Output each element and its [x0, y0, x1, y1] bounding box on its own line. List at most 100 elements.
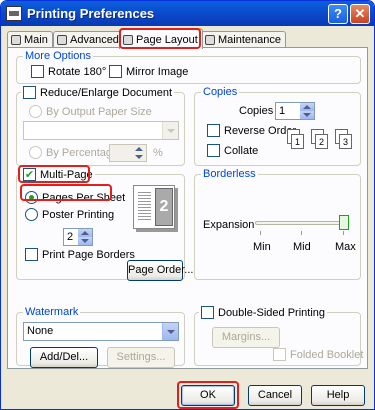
percentage-up-arrow-icon[interactable] [132, 145, 146, 153]
page-order-button[interactable]: Page Order... [127, 260, 193, 281]
by-percentage-label: By Percentage [46, 146, 119, 159]
expansion-min-label: Min [253, 241, 271, 253]
reduce-enlarge-box[interactable] [23, 86, 36, 99]
expansion-slider-track[interactable] [255, 221, 348, 225]
more-options-group: More Options Rotate 180° Mirror Image [16, 50, 361, 84]
rotate-180-checkbox[interactable]: Rotate 180° [31, 65, 106, 78]
double-sided-box[interactable] [201, 306, 214, 319]
collate-box[interactable] [207, 144, 220, 157]
collate-number-3: 3 [339, 134, 352, 149]
close-button[interactable]: ✕ [350, 4, 370, 24]
watermark-select[interactable]: None [23, 322, 179, 341]
copies-stepper[interactable]: 1 [275, 102, 315, 120]
page-layout-tab-highlight [119, 28, 201, 49]
expansion-slider-thumb[interactable] [339, 215, 349, 230]
maintenance-tab-icon [205, 34, 215, 45]
printing-preferences-window: Printing Preferences ? ✕ Main Advanced P… [0, 0, 375, 410]
watermark-group: Watermark None Add/Del... Settings... [16, 306, 185, 368]
add-del-button[interactable]: Add/Del... [30, 347, 98, 368]
tab-main-label: Main [24, 33, 48, 46]
borderless-group: Borderless Expansion Min Mid Max [194, 168, 362, 281]
tab-maintenance[interactable]: Maintenance [201, 31, 286, 47]
pages-up-arrow-icon[interactable] [78, 229, 92, 237]
mirror-image-box[interactable] [109, 65, 122, 78]
folded-booklet-checkbox[interactable]: Folded Booklet [273, 348, 363, 361]
folded-booklet-label: Folded Booklet [290, 348, 364, 361]
poster-printing-radio[interactable]: Poster Printing [25, 208, 114, 221]
copies-down-arrow-icon[interactable] [300, 111, 314, 119]
collate-number-1: 1 [291, 134, 304, 149]
expansion-max-label: Max [335, 241, 356, 253]
main-tab-icon [11, 34, 21, 45]
rotate-180-label: Rotate 180° [48, 65, 107, 78]
copies-label: Copies [239, 105, 274, 117]
by-output-radio-circle[interactable] [29, 105, 42, 118]
reverse-order-checkbox[interactable]: Reverse Order [207, 124, 296, 137]
cancel-button[interactable]: Cancel [248, 385, 302, 406]
more-options-title: More Options [23, 50, 94, 62]
mirror-image-label: Mirror Image [126, 65, 189, 78]
copies-title: Copies [201, 86, 240, 98]
double-sided-checkbox[interactable]: Double-Sided Printing [199, 306, 328, 319]
output-paper-size-select[interactable] [23, 121, 179, 140]
title-bar[interactable]: Printing Preferences ? ✕ [1, 1, 374, 26]
watermark-settings-button[interactable]: Settings... [107, 347, 175, 368]
print-page-borders-box[interactable] [25, 248, 38, 261]
slider-tick-max [343, 231, 344, 235]
reduce-enlarge-label: Reduce/Enlarge Document [40, 86, 173, 99]
chevron-down-icon[interactable] [162, 323, 178, 340]
tab-main[interactable]: Main [7, 31, 53, 47]
collate-label: Collate [224, 144, 259, 157]
copies-up-arrow-icon[interactable] [300, 103, 314, 111]
chevron-down-icon[interactable] [162, 122, 178, 139]
tab-advanced[interactable]: Advanced [53, 31, 124, 47]
tab-maintenance-label: Maintenance [218, 33, 281, 46]
slider-tick-mid [301, 231, 302, 235]
by-output-paper-size-radio[interactable]: By Output Paper Size [29, 105, 152, 118]
pages-per-sheet-highlight [20, 184, 112, 201]
by-percentage-radio-circle[interactable] [29, 146, 42, 159]
pages-per-sheet-preview-icon: 2 [133, 185, 175, 229]
percentage-stepper[interactable] [109, 144, 147, 162]
advanced-tab-icon [57, 34, 67, 45]
copies-value: 1 [279, 105, 286, 117]
double-sided-label: Double-Sided Printing [218, 306, 326, 319]
percentage-down-arrow-icon[interactable] [132, 153, 146, 161]
folded-booklet-box[interactable] [273, 348, 286, 361]
pages-down-arrow-icon[interactable] [78, 237, 92, 245]
title-help-button[interactable]: ? [328, 4, 348, 24]
expansion-mid-label: Mid [293, 241, 311, 253]
collate-pages-icon: 1 2 3 [287, 129, 359, 157]
slider-tick-min [260, 231, 261, 235]
help-button[interactable]: Help [311, 385, 365, 406]
margins-button[interactable]: Margins... [212, 327, 280, 348]
double-sided-group: Double-Sided Printing Margins... Folded … [194, 306, 363, 366]
print-page-borders-checkbox[interactable]: Print Page Borders [25, 248, 135, 261]
mirror-image-checkbox[interactable]: Mirror Image [109, 65, 188, 78]
pages-per-sheet-stepper[interactable]: 2 [63, 228, 93, 246]
poster-printing-label: Poster Printing [42, 208, 115, 221]
preview-number: 2 [155, 188, 173, 226]
watermark-title: Watermark [23, 306, 81, 318]
window-title: Printing Preferences [27, 6, 155, 21]
pages-per-sheet-value: 2 [67, 231, 74, 243]
reduce-enlarge-group: Reduce/Enlarge Document By Output Paper … [16, 86, 185, 166]
by-percentage-radio[interactable]: By Percentage [29, 146, 118, 159]
reduce-enlarge-checkbox[interactable]: Reduce/Enlarge Document [21, 86, 175, 99]
reverse-order-box[interactable] [207, 124, 220, 137]
poster-printing-radio-circle[interactable] [25, 208, 38, 221]
expansion-slider[interactable] [195, 175, 362, 281]
reverse-order-label: Reverse Order [224, 124, 297, 137]
printer-icon [6, 6, 22, 21]
percent-sign: % [153, 147, 163, 159]
collate-checkbox[interactable]: Collate [207, 144, 258, 157]
rotate-180-box[interactable] [31, 65, 44, 78]
page-layout-panel: More Options Rotate 180° Mirror Image Re… [7, 47, 368, 369]
collate-number-2: 2 [315, 134, 328, 149]
watermark-selected-value: None [27, 325, 54, 337]
tab-advanced-label: Advanced [70, 33, 119, 46]
by-output-label: By Output Paper Size [46, 105, 152, 118]
multi-page-highlight [18, 165, 90, 183]
copies-group: Copies Copies 1 Reverse Order Collate 1 … [194, 86, 361, 166]
ok-button-highlight [177, 381, 239, 409]
